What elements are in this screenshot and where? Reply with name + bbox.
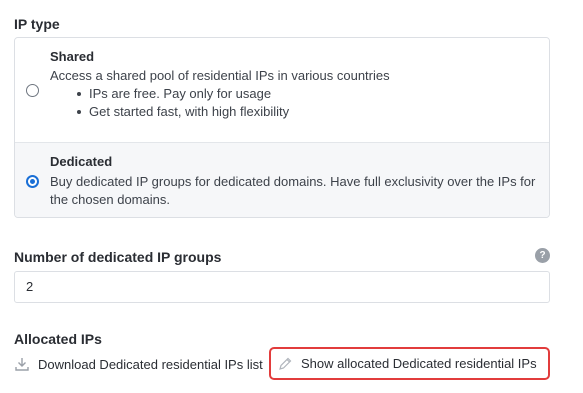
radio-button-dedicated[interactable] — [26, 175, 39, 188]
option-title-dedicated: Dedicated — [50, 154, 113, 169]
radio-option-dedicated[interactable]: Dedicated Buy dedicated IP groups for de… — [15, 142, 549, 217]
option-description-dedicated: Buy dedicated IP groups for dedicated do… — [50, 174, 536, 207]
download-ips-label: Download Dedicated residential IPs list — [38, 356, 263, 372]
radio-option-shared[interactable]: Shared Access a shared pool of residenti… — [15, 38, 549, 142]
ip-type-label: IP type — [14, 16, 60, 32]
allocated-ips-label: Allocated IPs — [14, 331, 102, 347]
show-allocated-ips-label: Show allocated Dedicated residential IPs — [301, 356, 537, 371]
dedicated-groups-input[interactable]: 2 — [14, 271, 550, 303]
show-allocated-ips-button[interactable]: Show allocated Dedicated residential IPs — [269, 347, 550, 380]
bullet-item: Get started fast, with high flexibility — [75, 103, 289, 121]
radio-button-shared[interactable] — [26, 84, 39, 97]
dedicated-groups-label: Number of dedicated IP groups — [14, 249, 222, 265]
download-icon — [14, 356, 30, 372]
ip-settings-panel: IP type Shared Access a shared pool of r… — [0, 0, 583, 393]
pencil-icon — [277, 356, 293, 372]
download-ips-link[interactable]: Download Dedicated residential IPs list — [14, 355, 263, 373]
question-icon[interactable]: ? — [535, 248, 550, 263]
option-description-shared: Access a shared pool of residential IPs … — [50, 68, 390, 83]
option-title-shared: Shared — [50, 49, 95, 64]
shared-bullet-list: IPs are free. Pay only for usage Get sta… — [75, 85, 289, 121]
ip-type-radio-group: Shared Access a shared pool of residenti… — [14, 37, 550, 218]
bullet-item: IPs are free. Pay only for usage — [75, 85, 289, 103]
